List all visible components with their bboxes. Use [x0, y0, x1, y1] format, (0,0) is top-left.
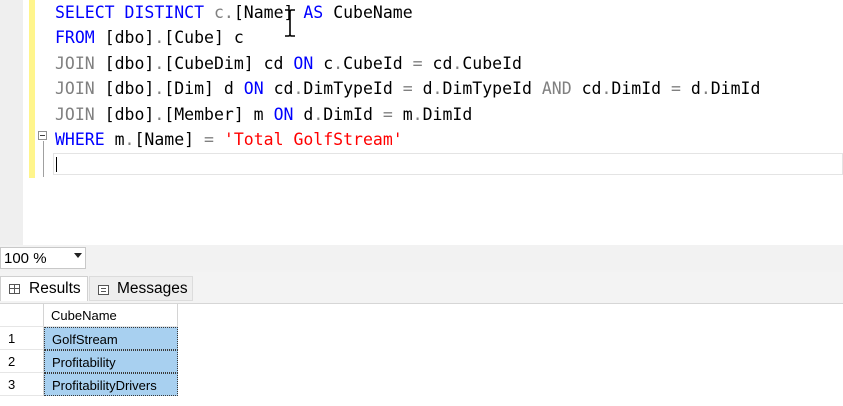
collapse-minus-icon[interactable] — [38, 131, 47, 140]
code-token: DimTypeId — [303, 79, 403, 99]
code-token: = — [382, 104, 403, 124]
code-token: [dbo] — [104, 53, 155, 73]
sql-code[interactable]: SELECT DISTINCT c.[Name] AS CubeName FROM… — [55, 0, 760, 152]
outline-guide — [43, 141, 44, 177]
code-token: . — [432, 79, 443, 99]
code-token: = — [412, 53, 433, 73]
code-line-3: JOIN [dbo].[CubeDim] cd ON c.CubeId = cd… — [55, 51, 760, 76]
code-token: DimTypeId — [442, 79, 542, 99]
code-token: [CubeDim] cd — [164, 53, 294, 73]
code-token: = — [402, 79, 423, 99]
code-token: . — [154, 28, 165, 48]
tab-messages[interactable]: Messages — [89, 276, 193, 301]
code-line-4: JOIN [dbo].[Dim] d ON cd.DimTypeId = d.D… — [55, 76, 760, 101]
code-token: m — [402, 104, 413, 124]
code-token: ON — [273, 104, 304, 124]
change-tracking-bar — [29, 0, 35, 178]
code-token: = — [204, 129, 224, 149]
code-line-2: FROM [dbo].[Cube] c — [55, 25, 760, 50]
tab-results-label: Results — [29, 280, 81, 297]
code-token: JOIN — [55, 53, 105, 73]
code-token: JOIN — [55, 104, 105, 124]
code-token: d — [690, 79, 701, 99]
code-token: FROM — [55, 28, 105, 48]
tab-messages-label: Messages — [117, 280, 188, 297]
code-token: [Member] m — [164, 104, 274, 124]
editor-left-margin — [0, 0, 23, 245]
grid-cell[interactable]: Profitability — [44, 350, 178, 373]
code-token: [dbo] — [104, 28, 155, 48]
code-token: WHERE — [55, 129, 115, 149]
code-token: AND — [541, 79, 582, 99]
code-token: . — [154, 104, 165, 124]
code-token: JOIN — [55, 79, 105, 99]
code-token: CubeName — [333, 3, 413, 22]
code-token: . — [333, 53, 344, 73]
code-token: ON — [293, 53, 324, 73]
messages-icon — [98, 285, 109, 295]
code-token: [Name] — [134, 129, 205, 149]
row-number[interactable]: 1 — [0, 327, 44, 350]
code-token: . — [124, 129, 135, 149]
grid-corner-cell[interactable] — [0, 304, 44, 327]
tab-results[interactable]: Results — [0, 276, 88, 301]
code-line-5: JOIN [dbo].[Member] m ON d.DimId = m.Dim… — [55, 102, 760, 127]
code-token: 'Total GolfStream' — [223, 129, 403, 149]
zoom-value: 100 % — [4, 250, 47, 267]
code-token: [dbo] — [104, 104, 155, 124]
code-token: cd — [432, 53, 453, 73]
code-token: . — [452, 53, 463, 73]
table-row[interactable]: 2 Profitability — [0, 350, 180, 373]
code-token: [dbo] — [104, 79, 155, 99]
column-header-label: CubeName — [51, 308, 117, 323]
table-row[interactable]: 1 GolfStream — [0, 327, 180, 350]
code-token: DimId — [422, 104, 473, 124]
row-number[interactable]: 2 — [0, 350, 44, 373]
code-token: CubeId — [462, 53, 522, 73]
code-token: . — [412, 104, 423, 124]
code-token: cd — [581, 79, 602, 99]
code-token: d — [303, 104, 314, 124]
code-token: d — [422, 79, 433, 99]
grid-header-row: CubeName — [0, 304, 180, 327]
chevron-down-icon[interactable] — [74, 253, 82, 258]
column-header-cubename[interactable]: CubeName — [44, 304, 178, 327]
code-token: CubeId — [343, 53, 413, 73]
query-editor[interactable]: SELECT DISTINCT c.[Name] AS CubeName FROM… — [0, 0, 843, 245]
row-number[interactable]: 3 — [0, 373, 44, 396]
current-line-highlight — [53, 153, 843, 175]
grid-cell[interactable]: GolfStream — [44, 327, 178, 350]
code-token: . — [313, 104, 324, 124]
code-token: . — [293, 79, 304, 99]
code-token: cd — [273, 79, 294, 99]
code-token: ON — [243, 79, 274, 99]
code-token: [Dim] d — [164, 79, 244, 99]
code-token: DimId — [611, 79, 671, 99]
code-token: SELECT DISTINCT — [55, 3, 214, 22]
zoom-bar — [0, 245, 843, 272]
zoom-dropdown[interactable]: 100 % — [0, 247, 86, 269]
grid-cell[interactable]: ProfitabilityDrivers — [44, 373, 178, 396]
code-token: . — [601, 79, 612, 99]
text-caret — [56, 157, 57, 172]
code-token: . — [154, 53, 165, 73]
results-grid[interactable]: CubeName 1 GolfStream 2 Profitability 3 … — [0, 303, 843, 406]
code-token: . — [154, 79, 165, 99]
code-token: [Cube] c — [164, 28, 244, 48]
code-token: AS — [293, 3, 334, 22]
code-token: c — [323, 53, 334, 73]
ibeam-cursor-icon — [285, 9, 295, 37]
code-token: DimId — [323, 104, 383, 124]
code-line-6: WHERE m.[Name] = 'Total GolfStream' — [55, 127, 760, 152]
code-token: DimId — [710, 79, 761, 99]
grid-icon — [9, 284, 20, 294]
code-token: . — [700, 79, 711, 99]
table-row[interactable]: 3 ProfitabilityDrivers — [0, 373, 180, 396]
code-token: c. — [213, 3, 234, 22]
code-token: m — [114, 129, 125, 149]
code-line-1: SELECT DISTINCT c.[Name] AS CubeName — [55, 0, 760, 25]
code-token: = — [671, 79, 691, 99]
